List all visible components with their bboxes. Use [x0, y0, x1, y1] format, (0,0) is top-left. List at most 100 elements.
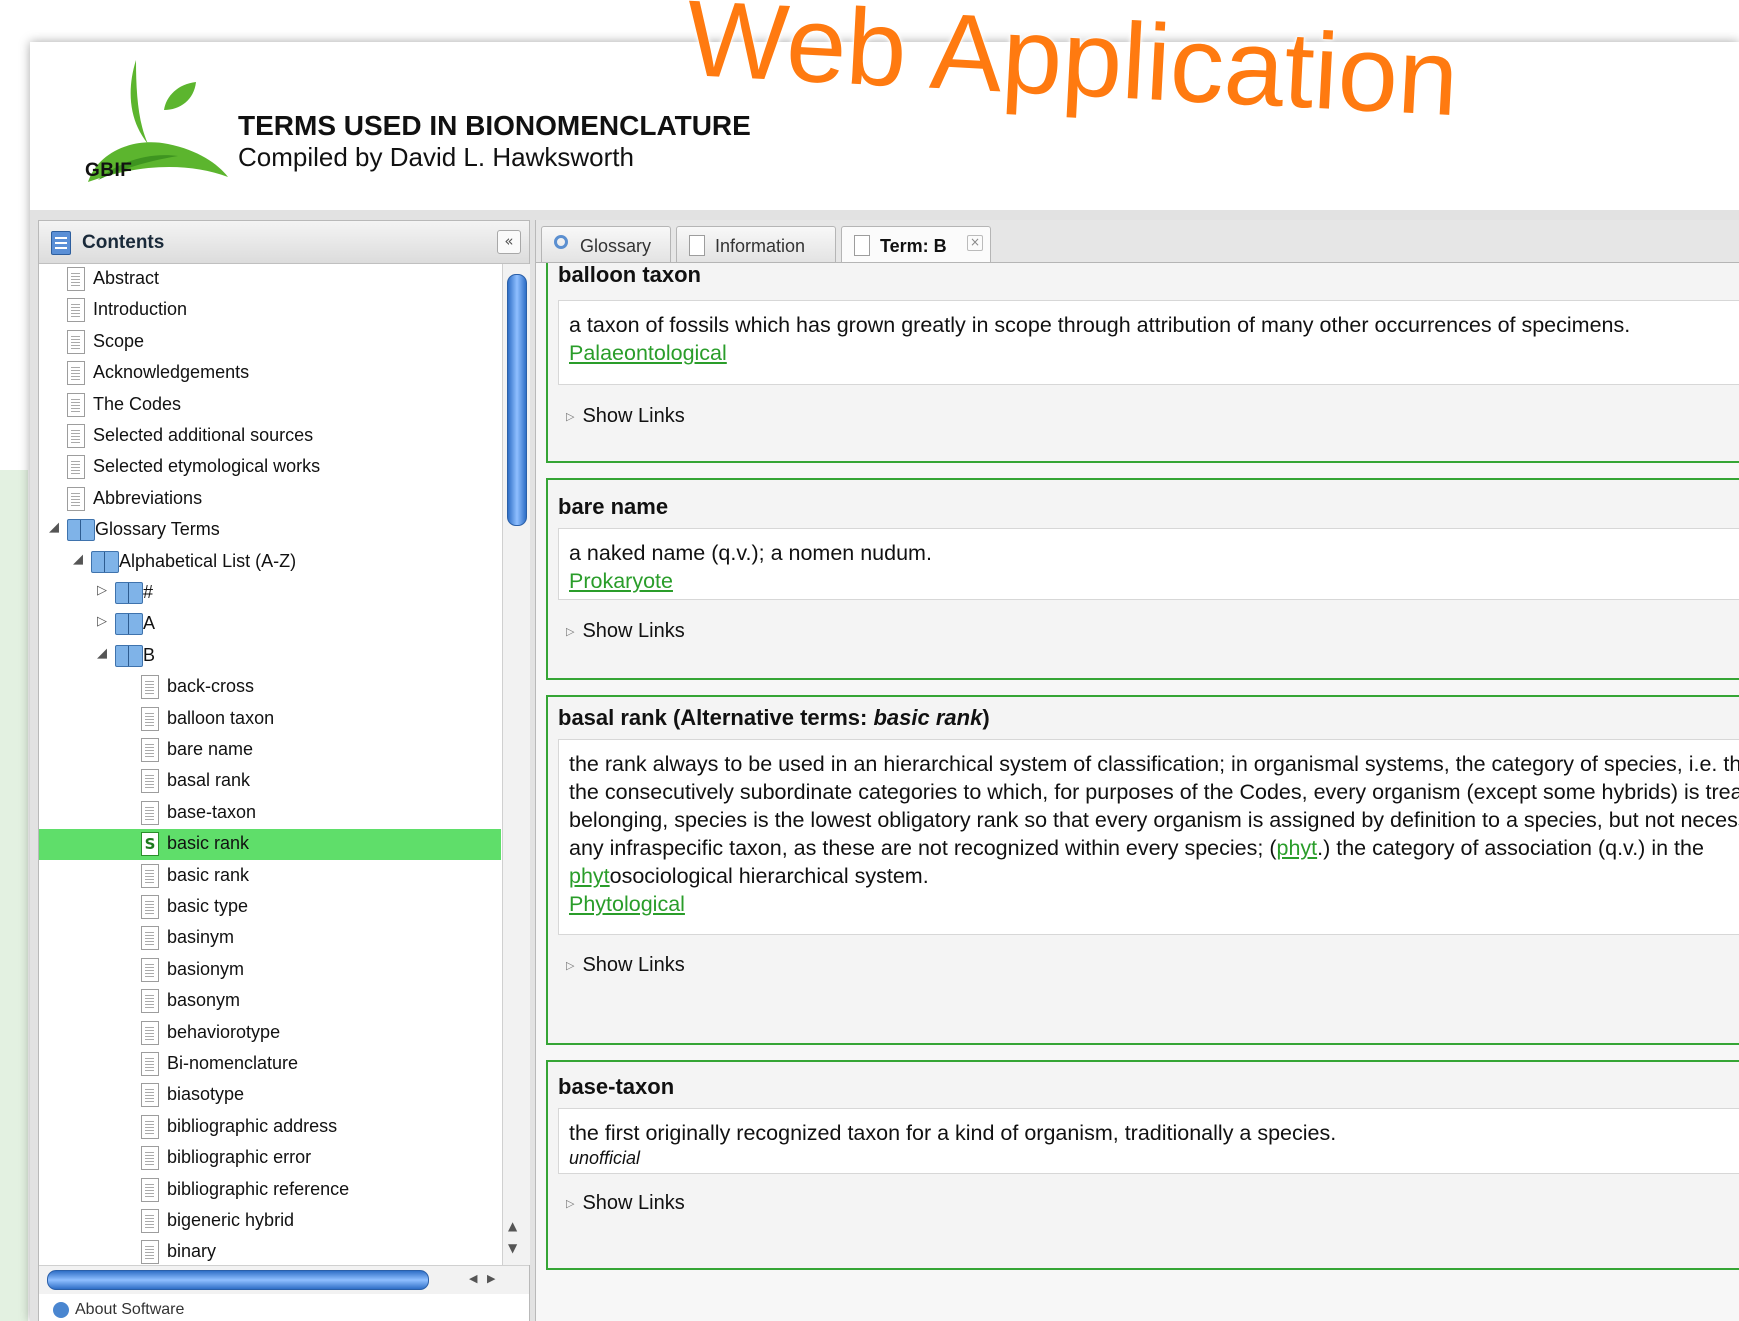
phyt-link[interactable]: phyt: [569, 864, 610, 888]
tree-item[interactable]: bibliographic error: [39, 1143, 501, 1174]
document-icon: [141, 1114, 159, 1139]
app-title: TERMS USED IN BIONOMENCLATURE: [238, 110, 751, 141]
species-icon: S: [141, 832, 159, 857]
about-software-link[interactable]: About Software: [53, 1301, 184, 1319]
tree-item[interactable]: bibliographic address: [39, 1112, 501, 1143]
show-links-toggle[interactable]: ▷ Show Links: [566, 405, 685, 428]
tree-item-alphabetical-list[interactable]: ◢ Alphabetical List (A-Z): [39, 547, 501, 578]
tree-item-label: Bi-nomenclature: [167, 1053, 299, 1073]
category-link[interactable]: Prokaryote: [569, 567, 1739, 595]
tree-item[interactable]: Bi-nomenclature: [39, 1049, 501, 1080]
tree-item[interactable]: behaviorotype: [39, 1018, 501, 1049]
tab-term-b[interactable]: Term: B ×: [841, 226, 991, 262]
scrollbar-thumb[interactable]: [507, 274, 527, 526]
category-link[interactable]: Phytological: [569, 890, 1739, 918]
phyt-link[interactable]: phyt: [1276, 836, 1317, 860]
tree-item-label: biasotype: [167, 1084, 245, 1105]
tree-item-label: binary: [167, 1241, 217, 1262]
horizontal-scrollbar[interactable]: ◀ ▶: [39, 1265, 529, 1294]
document-icon: [141, 800, 159, 825]
tab-bar: Glossary Information Term: B ×: [536, 220, 1739, 263]
tree-item-label: Acknowledgements: [93, 362, 250, 383]
tree-item-letter[interactable]: ▷ #: [39, 578, 501, 609]
tree-item[interactable]: binary: [39, 1237, 501, 1264]
scrollbar-thumb[interactable]: [47, 1270, 429, 1290]
tree-item[interactable]: basic rank: [39, 861, 501, 892]
tree-item-label: basonym: [167, 990, 241, 1011]
collapse-panel-button[interactable]: «: [497, 230, 521, 254]
tree-item[interactable]: bare name: [39, 735, 501, 766]
info-icon: [53, 1301, 69, 1318]
vertical-scrollbar[interactable]: ▲ ▼: [502, 264, 530, 1265]
tree-item[interactable]: basionym: [39, 955, 501, 986]
definition-text: a taxon of fossils which has grown great…: [569, 313, 1631, 337]
contents-panel: Contents « Abstract Introduction Scope Ackn…: [38, 220, 530, 1321]
search-icon: [554, 235, 568, 249]
term-name-close: ): [982, 705, 990, 730]
tree-item-label: basic type: [167, 896, 249, 916]
tree-item[interactable]: Selected etymological works: [39, 452, 501, 483]
scroll-left-arrow-icon[interactable]: ◀: [469, 1272, 477, 1285]
expand-arrow-icon[interactable]: ▷: [97, 583, 107, 598]
tree-item[interactable]: Scope: [39, 327, 501, 358]
tree-item-label: #: [143, 582, 154, 602]
collapse-arrow-icon[interactable]: ◢: [73, 552, 83, 567]
term-name: balloon taxon: [558, 263, 701, 287]
tree-item-letter[interactable]: ▷ A: [39, 609, 501, 640]
workspace: Contents « Abstract Introduction Scope Ackn…: [30, 210, 1739, 1321]
close-icon[interactable]: ×: [967, 235, 983, 251]
book-icon: [67, 519, 95, 542]
tree-item-selected[interactable]: Sbasic rank: [39, 829, 501, 861]
tree-item[interactable]: Abstract: [39, 264, 501, 295]
expand-arrow-icon[interactable]: ▷: [97, 614, 107, 629]
tree-item-label: Alphabetical List (A-Z): [119, 550, 297, 571]
tree-item[interactable]: Introduction: [39, 295, 501, 326]
show-links-toggle[interactable]: ▷ Show Links: [566, 954, 685, 977]
tree-item[interactable]: Abbreviations: [39, 484, 501, 515]
tree-item-glossary-terms[interactable]: ◢ Glossary Terms: [39, 515, 501, 546]
tree-item[interactable]: base-taxon: [39, 798, 501, 829]
tree-item[interactable]: Acknowledgements: [39, 358, 501, 389]
about-label: About Software: [75, 1301, 185, 1318]
term-card: bare name a naked name (q.v.); a nomen n…: [546, 478, 1739, 680]
scroll-down-arrow-icon[interactable]: ▼: [508, 1241, 517, 1255]
tree-item[interactable]: biasotype: [39, 1080, 501, 1111]
tree-item[interactable]: basal rank: [39, 766, 501, 797]
tab-glossary[interactable]: Glossary: [541, 226, 671, 262]
category-link[interactable]: Palaeontological: [569, 339, 1739, 367]
scroll-up-arrow-icon[interactable]: ▲: [508, 1219, 517, 1233]
document-icon: [141, 1209, 159, 1233]
show-links-label: Show Links: [582, 1192, 685, 1214]
document-icon: [141, 706, 159, 731]
tree-item[interactable]: back-cross: [39, 672, 501, 703]
term-card: base-taxon the first originally recogniz…: [546, 1060, 1739, 1270]
contents-title: Contents: [82, 232, 165, 253]
document-icon: [141, 675, 159, 700]
tree-item[interactable]: basic type: [39, 892, 501, 923]
document-icon: [141, 1020, 159, 1045]
document-icon: [67, 424, 85, 448]
tree-item-label: bibliographic address: [167, 1115, 338, 1136]
tab-label: Glossary: [580, 236, 652, 256]
tree-item-label: behaviorotype: [167, 1021, 281, 1042]
show-links-label: Show Links: [582, 620, 685, 642]
tree-item[interactable]: basinym: [39, 923, 501, 954]
tree-item-letter[interactable]: ◢ B: [39, 641, 501, 672]
definition-text: .) the category of association (q.v.) in…: [1317, 836, 1704, 860]
collapse-arrow-icon[interactable]: ◢: [97, 646, 107, 661]
tree-item[interactable]: basonym: [39, 986, 501, 1017]
show-links-toggle[interactable]: ▷ Show Links: [566, 620, 685, 643]
book-icon: [115, 613, 143, 636]
tree-item-label: basal rank: [167, 770, 251, 791]
document-icon: [67, 392, 85, 417]
scroll-right-arrow-icon[interactable]: ▶: [487, 1272, 495, 1285]
tab-information[interactable]: Information: [676, 226, 836, 262]
tree-item[interactable]: Selected additional sources: [39, 421, 501, 452]
tree-item[interactable]: balloon taxon: [39, 704, 501, 735]
tree-item[interactable]: The Codes: [39, 390, 501, 421]
tree-item[interactable]: bigeneric hybrid: [39, 1206, 501, 1237]
tree-item-label: basinym: [167, 927, 235, 948]
tree-item[interactable]: bibliographic reference: [39, 1175, 501, 1206]
show-links-toggle[interactable]: ▷ Show Links: [566, 1192, 685, 1215]
collapse-arrow-icon[interactable]: ◢: [49, 520, 59, 535]
